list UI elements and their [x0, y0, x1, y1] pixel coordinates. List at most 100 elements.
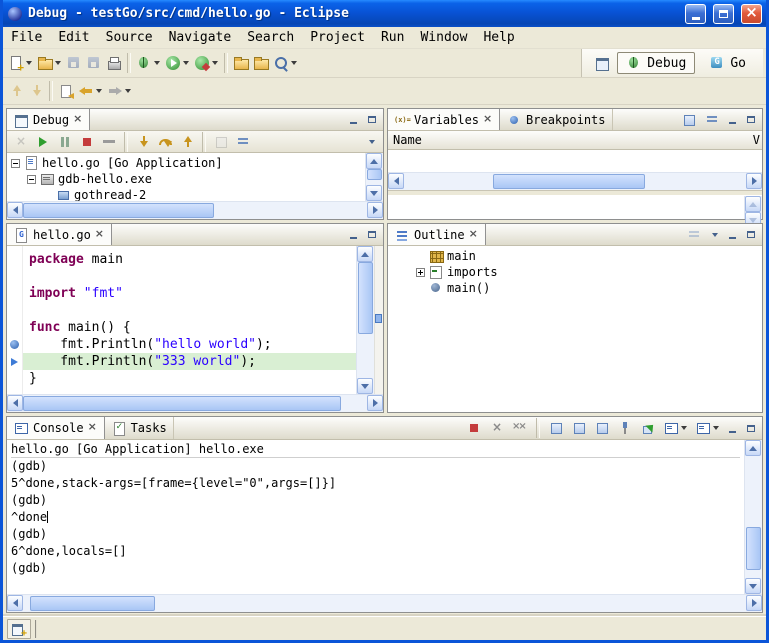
tab-variables[interactable]: Variables — [388, 109, 500, 130]
perspective-go-button[interactable]: Go — [700, 52, 755, 74]
drop-to-frame-button[interactable] — [211, 130, 231, 154]
open-file-button[interactable] — [231, 51, 251, 75]
close-icon[interactable] — [88, 422, 98, 434]
clear-console-button[interactable] — [546, 417, 566, 440]
step-return-button[interactable] — [177, 130, 197, 154]
step-over-button[interactable] — [155, 130, 175, 154]
scrollbar-thumb[interactable] — [30, 596, 155, 611]
overview-ruler[interactable] — [374, 246, 383, 394]
details-vertical-scrollbar[interactable] — [744, 196, 762, 219]
tree-item[interactable]: main — [412, 248, 762, 264]
menu-item-help[interactable]: Help — [475, 29, 522, 46]
forward-button[interactable] — [105, 79, 134, 103]
code-line[interactable]: fmt.Println("hello world"); — [23, 336, 356, 353]
tab-debug[interactable]: Debug — [7, 109, 90, 130]
variables-horizontal-scrollbar[interactable] — [388, 172, 762, 190]
scroll-left-icon[interactable] — [7, 395, 23, 411]
pin-console-button[interactable] — [615, 417, 635, 440]
resume-button[interactable] — [33, 130, 53, 154]
maximize-view-icon[interactable] — [743, 227, 758, 242]
code-line[interactable]: package main — [23, 251, 356, 268]
scrollbar-thumb[interactable] — [23, 203, 214, 218]
maximize-window-button[interactable] — [713, 4, 734, 24]
code-line[interactable] — [23, 268, 356, 285]
scroll-right-icon[interactable] — [367, 202, 383, 218]
code-area[interactable]: package main import "fmt" func main() { … — [23, 246, 356, 394]
variables-column-header[interactable]: Name V — [388, 131, 762, 150]
maximize-view-icon[interactable] — [364, 227, 379, 242]
debug-horizontal-scrollbar[interactable] — [7, 201, 383, 219]
tab-console[interactable]: Console — [7, 417, 105, 439]
disconnect-button[interactable] — [99, 130, 119, 154]
chevron-down-icon[interactable] — [210, 52, 219, 74]
editor-horizontal-scrollbar[interactable] — [7, 394, 383, 412]
breakpoint-icon[interactable] — [10, 340, 19, 349]
search-button[interactable] — [271, 51, 300, 75]
chevron-down-icon[interactable] — [53, 52, 62, 74]
perspective-debug-button[interactable]: Debug — [617, 52, 695, 74]
variables-tree[interactable] — [388, 150, 762, 172]
use-step-filters-button[interactable] — [233, 130, 253, 154]
scroll-down-icon[interactable] — [366, 185, 382, 201]
scroll-down-icon[interactable] — [745, 578, 761, 594]
scroll-lock-button[interactable] — [569, 417, 589, 440]
scroll-up-icon[interactable] — [745, 440, 761, 456]
code-line[interactable] — [23, 302, 356, 319]
tree-item[interactable]: gothread-2 — [7, 187, 365, 201]
maximize-view-icon[interactable] — [743, 421, 758, 436]
code-line[interactable]: } — [23, 370, 356, 387]
step-into-button[interactable] — [133, 130, 153, 154]
tree-item[interactable]: hello.go [Go Application] — [7, 155, 365, 171]
scroll-up-icon[interactable] — [366, 153, 382, 169]
console-output[interactable]: hello.go [Go Application] hello.exe (gdb… — [7, 440, 744, 594]
external-tools-button[interactable] — [192, 51, 221, 75]
scroll-left-icon[interactable] — [7, 595, 23, 611]
open-perspective-button[interactable] — [592, 51, 612, 75]
close-icon[interactable] — [73, 114, 83, 126]
menu-item-project[interactable]: Project — [302, 29, 373, 46]
chevron-down-icon[interactable] — [679, 417, 688, 439]
expander-icon[interactable] — [27, 175, 36, 184]
sort-button[interactable] — [684, 224, 704, 246]
view-menu-icon[interactable] — [364, 134, 379, 149]
chevron-down-icon[interactable] — [94, 80, 103, 102]
close-icon[interactable] — [95, 229, 105, 241]
tab-breakpoints[interactable]: Breakpoints — [500, 109, 612, 130]
tab-tasks[interactable]: Tasks — [105, 417, 174, 439]
export-log-button[interactable] — [638, 417, 658, 440]
maximize-view-icon[interactable] — [364, 112, 379, 127]
chevron-down-icon[interactable] — [181, 52, 190, 74]
previous-annotation-button[interactable] — [26, 79, 46, 103]
chevron-down-icon[interactable] — [24, 52, 33, 74]
close-icon[interactable] — [469, 229, 479, 241]
code-line[interactable]: fmt.Println("333 world"); — [23, 353, 356, 370]
maximize-view-icon[interactable] — [743, 112, 758, 127]
print-button[interactable] — [104, 51, 124, 75]
scrollbar-thumb[interactable] — [746, 527, 761, 570]
minimize-view-icon[interactable] — [725, 112, 740, 127]
scroll-left-icon[interactable] — [388, 173, 404, 189]
next-annotation-button[interactable] — [6, 79, 26, 103]
chevron-down-icon[interactable] — [289, 52, 298, 74]
chevron-down-icon[interactable] — [123, 80, 132, 102]
code-line[interactable]: import "fmt" — [23, 285, 356, 302]
last-edit-location-button[interactable] — [56, 79, 76, 103]
console-vertical-scrollbar[interactable] — [744, 440, 762, 594]
terminate-button[interactable] — [77, 130, 97, 154]
scrollbar-thumb[interactable] — [23, 396, 341, 411]
tab-outline[interactable]: Outline — [388, 224, 486, 245]
show-logical-structure-button[interactable] — [679, 109, 699, 131]
collapse-all-button[interactable] — [702, 109, 722, 131]
annotation-ruler[interactable] — [7, 246, 23, 394]
scroll-right-icon[interactable] — [746, 173, 762, 189]
code-line[interactable]: func main() { — [23, 319, 356, 336]
display-selected-console-button[interactable] — [661, 417, 690, 440]
menu-item-run[interactable]: Run — [373, 29, 412, 46]
expander-icon[interactable] — [11, 159, 20, 168]
tree-item[interactable]: imports — [412, 264, 762, 280]
terminate-console-button[interactable] — [464, 417, 484, 440]
scroll-up-icon[interactable] — [745, 196, 761, 212]
details-text-area[interactable] — [388, 196, 744, 219]
overview-marker-icon[interactable] — [375, 314, 382, 323]
scroll-left-icon[interactable] — [7, 202, 23, 218]
